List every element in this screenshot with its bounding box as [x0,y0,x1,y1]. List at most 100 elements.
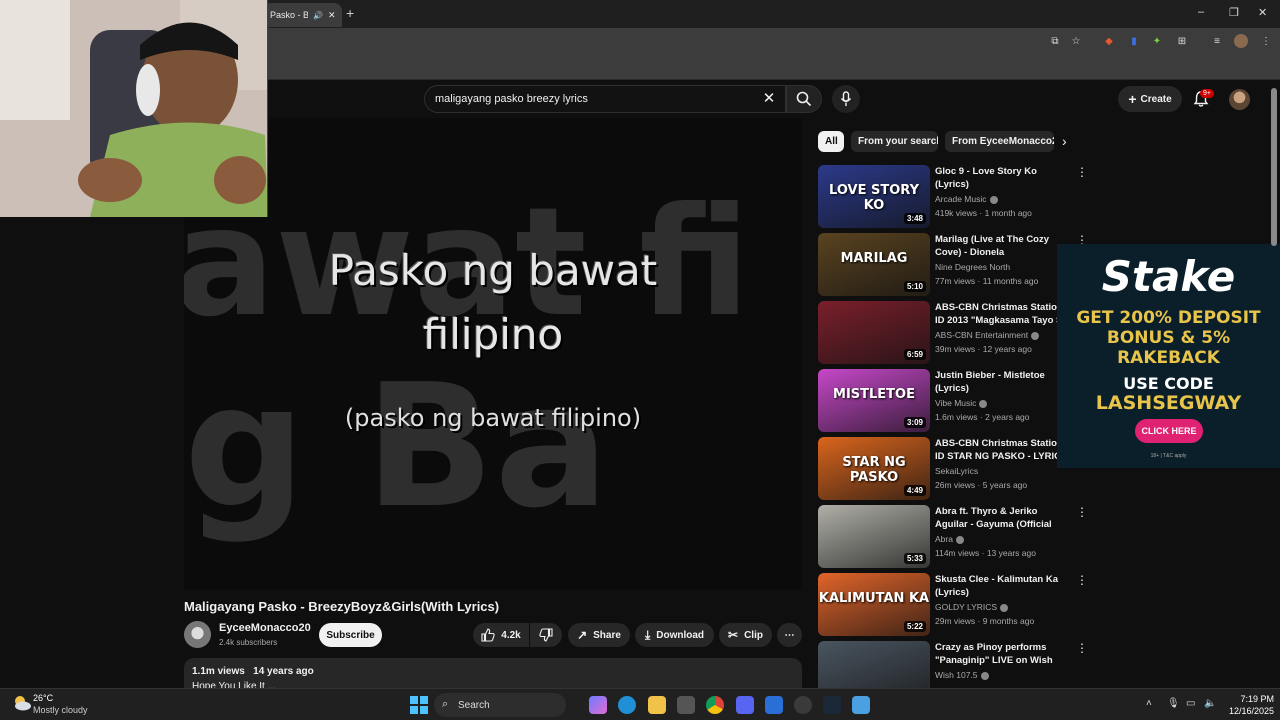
dislike-button[interactable] [530,623,562,647]
channel-avatar[interactable] [184,621,211,648]
volume-icon[interactable]: 🔈 [1204,698,1216,709]
voice-search-button[interactable] [832,85,860,113]
recommendation-title[interactable]: Justin Bieber - Mistletoe (Lyrics) [935,369,1071,395]
recommendation-thumbnail[interactable]: LOVE STORY KO 3:48 [818,165,930,228]
edge-icon[interactable] [618,696,636,714]
extension-fox-icon[interactable]: ◆ [1102,34,1116,48]
recommendation-title[interactable]: Abra ft. Thyro & Jeriko Aguilar - Gayuma… [935,505,1071,531]
more-options-icon[interactable]: ⋮ [1076,641,1088,655]
recommendation-item[interactable]: LOVE STORY KO 3:48 Gloc 9 - Love Story Ko … [818,165,1088,229]
chip-all[interactable]: All [818,131,844,152]
recommendation-item[interactable]: MISTLETOE 3:09 Justin Bieber - Mistletoe (… [818,369,1088,433]
account-avatar[interactable] [1229,89,1250,110]
steam-icon[interactable] [823,696,841,714]
weather-cloud-icon[interactable] [12,694,32,712]
close-window-button[interactable]: ✕ [1258,6,1267,19]
speaker-icon[interactable]: 🔊 [313,11,323,20]
discord-icon[interactable] [736,696,754,714]
tab-close-icon[interactable]: ✕ [328,10,336,21]
recommendation-channel[interactable]: Vibe Music [935,398,988,408]
recommendation-item[interactable]: 5:33 Abra ft. Thyro & Jeriko Aguilar - Ga… [818,505,1088,569]
more-options-icon[interactable]: ⋮ [1076,573,1088,587]
more-options-icon[interactable]: ⋮ [1076,165,1088,179]
video-player[interactable]: awat fi g Ba Pasko ng bawat filipino (pa… [184,118,802,590]
taskbar-search-box[interactable]: ⌕ Search [434,693,566,717]
recommendation-thumbnail[interactable]: MARILAG 5:10 [818,233,930,296]
recommendation-item[interactable]: 6:59 ABS-CBN Christmas Station ID 2013 "M… [818,301,1088,365]
recommendation-title[interactable]: ABS-CBN Christmas Station ID 2013 "Magka… [935,301,1071,327]
extensions-puzzle-icon[interactable]: ⊞ [1175,34,1189,48]
recommendation-item[interactable]: KALIMUTAN KA 5:22 Skusta Clee - Kalimutan … [818,573,1088,637]
recommendation-channel[interactable]: Wish 107.5 [935,670,989,680]
obs-icon[interactable] [794,696,812,714]
mail-icon[interactable] [765,696,783,714]
reading-list-icon[interactable]: ≡ [1210,34,1224,48]
chevron-right-icon[interactable]: › [1062,133,1080,151]
weather-temperature[interactable]: 26°C [33,693,53,703]
weather-description[interactable]: Mostly cloudy [33,705,88,715]
search-input[interactable]: maligayang pasko breezy lyrics [424,85,786,113]
recommendation-channel[interactable]: Abra [935,534,964,544]
stake-advertisement[interactable]: Stake GET 200% DEPOSIT BONUS & 5% RAKEBA… [1057,244,1280,468]
create-button[interactable]: + Create [1118,86,1182,112]
new-tab-button[interactable]: + [346,5,354,21]
download-button[interactable]: ⤓ Download [635,623,714,647]
channel-name[interactable]: EyceeMonacco20 [219,622,311,634]
minimize-button[interactable]: – [1198,6,1204,18]
more-actions-button[interactable]: ⋯ [777,623,802,647]
install-app-icon[interactable]: ⧉ [1048,34,1062,48]
copilot-icon[interactable] [589,696,607,714]
recommendation-thumbnail[interactable]: MISTLETOE 3:09 [818,369,930,432]
recommendation-channel[interactable]: Arcade Music [935,194,998,204]
network-icon[interactable]: ▭ [1186,698,1195,709]
recommendation-channel[interactable]: GOLDY LYRICS [935,602,1009,612]
screen: Pasko - B 🔊 ✕ + – ❐ ✕ ⧉ ☆ ◆ ▮ ✦ ⊞ ≡ ⋮ ma… [0,0,1280,720]
recommendation-channel[interactable]: ABS-CBN Entertainment [935,330,1040,340]
windows-taskbar: 26°C Mostly cloudy ⌕ Search ˄ 🎙 ▭ 🔈 7:19… [0,688,1280,720]
browser-tab[interactable]: Pasko - B 🔊 ✕ [262,3,342,27]
clip-button[interactable]: ✂ Clip [719,623,772,647]
taskbar-date[interactable]: 12/16/2025 [1224,706,1274,716]
recommendation-thumbnail[interactable]: STAR NG PASKO 4:49 [818,437,930,500]
taskbar-time[interactable]: 7:19 PM [1224,694,1274,704]
chevron-up-icon[interactable]: ˄ [1146,698,1152,709]
store-icon[interactable] [677,696,695,714]
chrome-icon[interactable] [706,696,724,714]
clear-search-icon[interactable]: ✕ [760,90,778,108]
microphone-tray-icon[interactable]: 🎙 [1167,698,1180,709]
search-button[interactable] [786,85,822,113]
page-scrollbar[interactable] [1271,88,1277,246]
extension-leaf-icon[interactable]: ✦ [1150,34,1164,48]
recommendation-title[interactable]: Crazy as Pinoy performs "Panaginip" LIVE… [935,641,1071,667]
recommendation-item[interactable]: MARILAG 5:10 Marilag (Live at The Cozy Cov… [818,233,1088,297]
chip-from-your-search[interactable]: From your search [851,131,938,152]
recommendation-thumbnail[interactable]: KALIMUTAN KA 5:22 [818,573,930,636]
recommendation-channel[interactable]: Nine Degrees North [935,262,1010,272]
share-button[interactable]: ↗ Share [568,623,630,647]
profile-avatar-icon[interactable] [1234,34,1248,48]
recommendation-item[interactable]: STAR NG PASKO 4:49 ABS-CBN Christmas Stati… [818,437,1088,501]
recommendation-title[interactable]: Skusta Clee - Kalimutan Ka (Lyrics) [935,573,1071,599]
more-options-icon[interactable]: ⋮ [1076,505,1088,519]
recommendation-channel[interactable]: SekaiLyrics [935,466,978,476]
plus-icon: + [1128,91,1137,107]
file-explorer-icon[interactable] [648,696,666,714]
recommendation-title[interactable]: Gloc 9 - Love Story Ko (Lyrics) [935,165,1071,191]
extension-shield-icon[interactable]: ▮ [1127,34,1141,48]
browser-menu-icon[interactable]: ⋮ [1259,34,1273,48]
notepad-icon[interactable] [852,696,870,714]
bookmark-star-icon[interactable]: ☆ [1069,34,1083,48]
restore-button[interactable]: ❐ [1229,6,1239,19]
subscribe-button[interactable]: Subscribe [319,623,382,647]
recommendation-title[interactable]: ABS-CBN Christmas Station ID STAR NG PAS… [935,437,1071,463]
recommendation-title[interactable]: Marilag (Live at The Cozy Cove) - Dionel… [935,233,1071,259]
like-button[interactable]: 4.2k [473,623,529,647]
chip-from-channel[interactable]: From EyceeMonacco20 [945,131,1054,152]
lyric-subtitle: (pasko ng bawat filipino) [344,404,642,432]
video-duration: 3:09 [903,417,926,428]
ad-headline: BONUS & 5% [1106,328,1231,348]
windows-start-icon[interactable] [410,696,428,714]
ad-click-button[interactable]: CLICK HERE [1135,419,1203,443]
recommendation-thumbnail[interactable]: 6:59 [818,301,930,364]
recommendation-thumbnail[interactable]: 5:33 [818,505,930,568]
